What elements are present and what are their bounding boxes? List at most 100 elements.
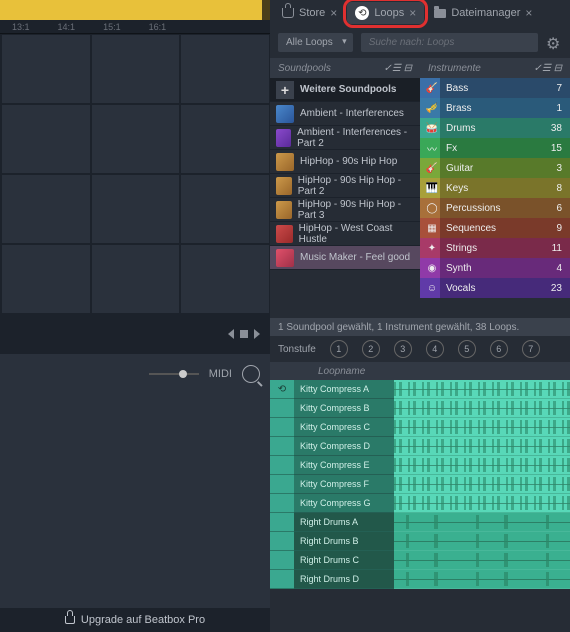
pitch-5[interactable]: 5 bbox=[458, 340, 476, 358]
close-icon[interactable]: × bbox=[409, 6, 416, 20]
header-actions[interactable]: ✓☰ ⊟ bbox=[383, 63, 412, 74]
grid-cell[interactable] bbox=[1, 174, 91, 244]
loop-row[interactable]: Kitty Compress A bbox=[270, 380, 570, 399]
close-icon[interactable]: × bbox=[330, 6, 337, 20]
pitch-7[interactable]: 7 bbox=[522, 340, 540, 358]
instrument-drums[interactable]: 🥁Drums38 bbox=[420, 118, 570, 138]
play-button[interactable] bbox=[270, 494, 294, 513]
play-button[interactable] bbox=[270, 380, 294, 399]
waveform[interactable] bbox=[394, 399, 570, 418]
search-input[interactable]: Suche nach: Loops bbox=[361, 33, 538, 52]
tab-loops[interactable]: Loops × bbox=[347, 2, 424, 24]
loop-name: Kitty Compress A bbox=[294, 380, 394, 399]
instrument-sequences[interactable]: ▦Sequences9 bbox=[420, 218, 570, 238]
loop-row[interactable]: Right Drums C bbox=[270, 551, 570, 570]
timeline-ruler[interactable]: 13:1 14:1 15:1 16:1 bbox=[0, 20, 270, 34]
volume-slider[interactable] bbox=[149, 373, 199, 375]
grid-cell[interactable] bbox=[1, 34, 91, 104]
grid-cell[interactable] bbox=[180, 104, 270, 174]
waveform[interactable] bbox=[394, 570, 570, 589]
loop-row[interactable]: Kitty Compress E bbox=[270, 456, 570, 475]
waveform[interactable] bbox=[394, 475, 570, 494]
loop-row[interactable]: Right Drums D bbox=[270, 570, 570, 589]
soundpool-item[interactable]: Ambient - Interferences bbox=[270, 102, 420, 126]
play-button[interactable] bbox=[270, 418, 294, 437]
soundpool-item[interactable]: HipHop - 90s Hip Hop - Part 2 bbox=[270, 174, 420, 198]
waveform[interactable] bbox=[394, 532, 570, 551]
instrument-bass[interactable]: 🎸Bass7 bbox=[420, 78, 570, 98]
upgrade-banner[interactable]: Upgrade auf Beatbox Pro bbox=[0, 608, 270, 632]
header-actions[interactable]: ✓☰ ⊟ bbox=[533, 63, 562, 74]
folder-icon bbox=[434, 9, 446, 18]
waveform[interactable] bbox=[394, 551, 570, 570]
loop-row[interactable]: Kitty Compress C bbox=[270, 418, 570, 437]
loop-row[interactable]: Right Drums A bbox=[270, 513, 570, 532]
instrument-brass[interactable]: 🎺Brass1 bbox=[420, 98, 570, 118]
waveform[interactable] bbox=[394, 494, 570, 513]
play-button[interactable] bbox=[270, 513, 294, 532]
search-icon[interactable] bbox=[242, 365, 260, 383]
grid-cell[interactable] bbox=[180, 34, 270, 104]
pitch-2[interactable]: 2 bbox=[362, 340, 380, 358]
track-grid[interactable] bbox=[0, 34, 270, 314]
pitch-1[interactable]: 1 bbox=[330, 340, 348, 358]
instrument-keys[interactable]: 🎹Keys8 bbox=[420, 178, 570, 198]
grid-cell[interactable] bbox=[1, 104, 91, 174]
instrument-count: 11 bbox=[552, 243, 562, 254]
play-button[interactable] bbox=[270, 570, 294, 589]
instrument-name: Guitar bbox=[446, 163, 473, 174]
instrument-name: Sequences bbox=[446, 223, 496, 234]
loop-row[interactable]: Kitty Compress D bbox=[270, 437, 570, 456]
soundpool-item[interactable]: HipHop - West Coast Hustle bbox=[270, 222, 420, 246]
ruler-mark: 15:1 bbox=[103, 22, 121, 32]
waveform[interactable] bbox=[394, 418, 570, 437]
instrument-percussions[interactable]: ◯Percussions6 bbox=[420, 198, 570, 218]
instrument-guitar[interactable]: 🎸Guitar3 bbox=[420, 158, 570, 178]
instrument-strings[interactable]: ✦Strings11 bbox=[420, 238, 570, 258]
grid-cell[interactable] bbox=[91, 34, 181, 104]
instrument-vocals[interactable]: ☺Vocals23 bbox=[420, 278, 570, 298]
instrument-synth[interactable]: ◉Synth4 bbox=[420, 258, 570, 278]
soundpool-item[interactable]: HipHop - 90s Hip Hop bbox=[270, 150, 420, 174]
close-icon[interactable]: × bbox=[525, 6, 532, 20]
more-soundpools-button[interactable]: + Weitere Soundpools bbox=[270, 78, 420, 102]
instrument-count: 6 bbox=[556, 203, 562, 214]
prev-button[interactable] bbox=[228, 329, 234, 339]
soundpool-item-selected[interactable]: Music Maker - Feel good bbox=[270, 246, 420, 270]
loop-row[interactable]: Kitty Compress B bbox=[270, 399, 570, 418]
gear-icon[interactable]: ⚙ bbox=[546, 34, 562, 50]
grid-cell[interactable] bbox=[1, 244, 91, 314]
play-button[interactable] bbox=[270, 437, 294, 456]
loop-filter-dropdown[interactable]: Alle Loops bbox=[278, 33, 353, 52]
instrument-fx[interactable]: 〰Fx15 bbox=[420, 138, 570, 158]
pitch-4[interactable]: 4 bbox=[426, 340, 444, 358]
play-button[interactable] bbox=[270, 456, 294, 475]
pitch-6[interactable]: 6 bbox=[490, 340, 508, 358]
tab-filemanager[interactable]: Dateimanager × bbox=[426, 2, 540, 24]
waveform[interactable] bbox=[394, 456, 570, 475]
pitch-3[interactable]: 3 bbox=[394, 340, 412, 358]
timeline-clip[interactable] bbox=[0, 0, 270, 20]
grid-cell[interactable] bbox=[180, 174, 270, 244]
loop-row[interactable]: Kitty Compress F bbox=[270, 475, 570, 494]
grid-cell[interactable] bbox=[91, 174, 181, 244]
play-button[interactable] bbox=[270, 399, 294, 418]
grid-cell[interactable] bbox=[91, 244, 181, 314]
soundpool-item[interactable]: Ambient - Interferences - Part 2 bbox=[270, 126, 420, 150]
ruler-mark: 16:1 bbox=[149, 22, 167, 32]
waveform[interactable] bbox=[394, 437, 570, 456]
bag-icon bbox=[282, 8, 294, 18]
stop-button[interactable] bbox=[240, 330, 248, 338]
loop-row[interactable]: Right Drums B bbox=[270, 532, 570, 551]
play-button[interactable] bbox=[270, 532, 294, 551]
grid-cell[interactable] bbox=[91, 104, 181, 174]
tab-store[interactable]: Store × bbox=[274, 2, 345, 24]
waveform[interactable] bbox=[394, 380, 570, 399]
loop-row[interactable]: Kitty Compress G bbox=[270, 494, 570, 513]
grid-cell[interactable] bbox=[180, 244, 270, 314]
waveform[interactable] bbox=[394, 513, 570, 532]
play-button[interactable] bbox=[270, 551, 294, 570]
play-button[interactable] bbox=[270, 475, 294, 494]
soundpool-item[interactable]: HipHop - 90s Hip Hop - Part 3 bbox=[270, 198, 420, 222]
play-button[interactable] bbox=[254, 329, 260, 339]
